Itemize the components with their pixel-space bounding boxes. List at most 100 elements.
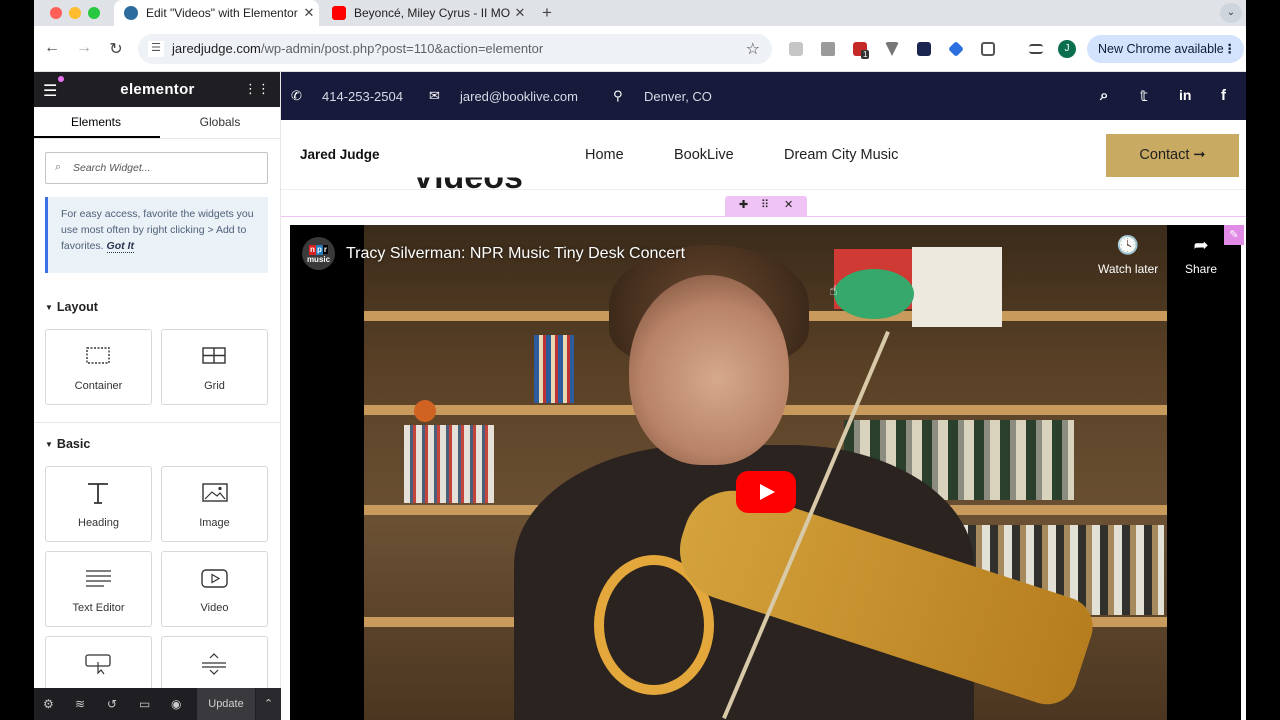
got-it-link[interactable]: Got It (106, 240, 134, 253)
nav-booklive[interactable]: BookLive (674, 147, 734, 163)
site-brand[interactable]: Jared Judge (300, 147, 380, 162)
contact-button[interactable]: Contact ➞ (1106, 134, 1239, 177)
heading-icon (88, 483, 108, 504)
new-tab-icon[interactable]: + (542, 3, 552, 23)
widget-grid[interactable]: Grid (161, 329, 268, 405)
update-button[interactable]: Update (197, 688, 255, 720)
tab-title: Edit "Videos" with Elementor (146, 6, 298, 20)
divider-icon (202, 653, 226, 675)
letterbox-right (1246, 0, 1280, 720)
tab-strip: Edit "Videos" with Elementor ✕ Beyoncé, … (34, 0, 1246, 26)
widget-heading[interactable]: Heading (45, 466, 152, 542)
preview-eye-icon[interactable]: ◉ (171, 697, 181, 711)
email-address[interactable]: jared@booklive.com (460, 89, 578, 104)
sticker (834, 269, 914, 319)
site-topbar: ✆ 414-253-2504 ✉ jared@booklive.com ⚲ De… (281, 72, 1246, 120)
widget-image[interactable]: Image (161, 466, 268, 542)
tab-elements[interactable]: Elements (34, 115, 158, 129)
responsive-mode-icon[interactable]: ▭ (139, 697, 150, 711)
widget-video[interactable]: Video (161, 551, 268, 627)
extensions-puzzle-icon[interactable] (981, 42, 995, 56)
caret-down-icon: ▼ (45, 440, 53, 449)
back-icon[interactable]: ← (42, 39, 62, 57)
site-preview: ✆ 414-253-2504 ✉ jared@booklive.com ⚲ De… (281, 72, 1246, 720)
calendar-extension-icon[interactable]: 1 (853, 42, 870, 59)
tab-globals[interactable]: Globals (158, 115, 282, 129)
tab-elementor[interactable]: Edit "Videos" with Elementor ✕ (114, 0, 319, 26)
phone-number[interactable]: 414-253-2504 (322, 89, 403, 104)
profile-avatar[interactable]: J (1058, 40, 1076, 58)
tab-search-icon[interactable]: ⌄ (1220, 3, 1242, 23)
arrow-right-icon: ➞ (1193, 147, 1206, 163)
delete-section-icon[interactable]: ✕ (784, 198, 793, 211)
reload-icon[interactable]: ↻ (106, 39, 126, 59)
basic-section-toggle[interactable]: ▼ Basic (45, 437, 90, 451)
text-editor-icon (86, 570, 111, 587)
save-options-chevron-icon[interactable]: ⌃ (256, 688, 281, 720)
twitter-icon[interactable]: 𝕥 (1140, 87, 1148, 105)
widget-container[interactable]: Container (45, 329, 152, 405)
performer-head (629, 275, 789, 465)
drag-handle-icon[interactable]: ⠿ (761, 198, 769, 211)
zoom-window-button[interactable] (88, 7, 100, 19)
clock-icon: 🕓 (1116, 235, 1140, 255)
media-control-icon[interactable] (1029, 44, 1043, 54)
close-tab-icon[interactable]: ✕ (299, 5, 319, 21)
browser-toolbar: ← → ↻ ☰ jaredjudge.com/wp-admin/post.php… (34, 26, 1246, 72)
edit-widget-pencil-icon[interactable]: ✎ (1224, 225, 1244, 245)
address-bar[interactable]: ☰ jaredjudge.com/wp-admin/post.php?post=… (138, 34, 772, 64)
add-section-icon[interactable]: ✚ (739, 198, 748, 211)
forward-icon[interactable]: → (74, 39, 94, 57)
bookmark-star-icon[interactable]: ☆ (746, 39, 760, 59)
search-icon: ⌕ (55, 161, 62, 173)
search-widget-input[interactable]: ⌕ Search Widget... (45, 152, 268, 184)
layout-section-toggle[interactable]: ▼ Layout (45, 300, 98, 314)
channel-logo[interactable]: n p r music (302, 237, 335, 270)
widget-label: Heading (78, 517, 119, 529)
widget-label: Image (199, 517, 230, 529)
site-info-icon[interactable]: ☰ (148, 41, 164, 57)
section-handle: ✚ ⠿ ✕ (725, 196, 807, 216)
letterbox-left (0, 0, 34, 720)
widget-text-editor[interactable]: Text Editor (45, 551, 152, 627)
camera-extension-icon[interactable] (821, 42, 835, 56)
close-tab-icon[interactable]: ✕ (510, 5, 530, 21)
play-button[interactable] (736, 471, 796, 513)
watch-later-button[interactable]: 🕓 Watch later (1098, 235, 1158, 276)
share-arrow-icon: ➦ (1193, 235, 1209, 255)
search-icon[interactable]: ⌕ (1100, 87, 1108, 104)
history-icon[interactable]: ↺ (107, 697, 117, 711)
widget-label: Text Editor (72, 602, 125, 614)
share-button[interactable]: ➦ Share (1185, 235, 1217, 276)
tag-extension-icon[interactable] (948, 41, 964, 57)
extension-badge: 1 (861, 50, 870, 59)
caret-down-icon: ▼ (45, 303, 53, 312)
youtube-icon (332, 6, 346, 20)
books (534, 335, 574, 403)
facebook-icon[interactable]: f (1221, 87, 1226, 104)
linkedin-icon[interactable]: in (1179, 87, 1191, 103)
url-text: jaredjudge.com/wp-admin/post.php?post=11… (172, 41, 544, 56)
tip-text: For easy access, favorite the widgets yo… (61, 208, 254, 252)
settings-icon[interactable]: ⚙ (43, 697, 54, 711)
wordpress-icon (124, 6, 138, 20)
tab-title: Beyoncé, Miley Cyrus - II MOST WANTED (354, 6, 510, 20)
navigator-layers-icon[interactable]: ≋ (75, 697, 85, 711)
widgets-grid-icon[interactable]: ⋮⋮ (244, 81, 270, 97)
more-menu-icon[interactable]: ⋮ (1224, 35, 1237, 63)
hand-cursor-icon: ☝ (829, 282, 838, 298)
code-extension-icon[interactable] (789, 42, 803, 56)
books (404, 425, 494, 503)
youtube-video-embed[interactable]: n p r music Tracy Silverman: NPR Music Tiny… (290, 225, 1241, 720)
nav-home[interactable]: Home (585, 147, 624, 163)
video-title[interactable]: Tracy Silverman: NPR Music Tiny Desk Con… (346, 245, 685, 263)
minimize-window-button[interactable] (69, 7, 81, 19)
new-chrome-available-button[interactable]: New Chrome available ⋮ (1087, 35, 1244, 63)
phone-icon: ✆ (291, 88, 302, 103)
pen-extension-icon[interactable] (917, 42, 931, 56)
vpn-extension-icon[interactable] (885, 42, 899, 56)
nav-dream-city-music[interactable]: Dream City Music (784, 147, 898, 163)
update-label: New Chrome available (1098, 42, 1224, 56)
tab-youtube[interactable]: Beyoncé, Miley Cyrus - II MOST WANTED ✕ (322, 0, 530, 26)
close-window-button[interactable] (50, 7, 62, 19)
